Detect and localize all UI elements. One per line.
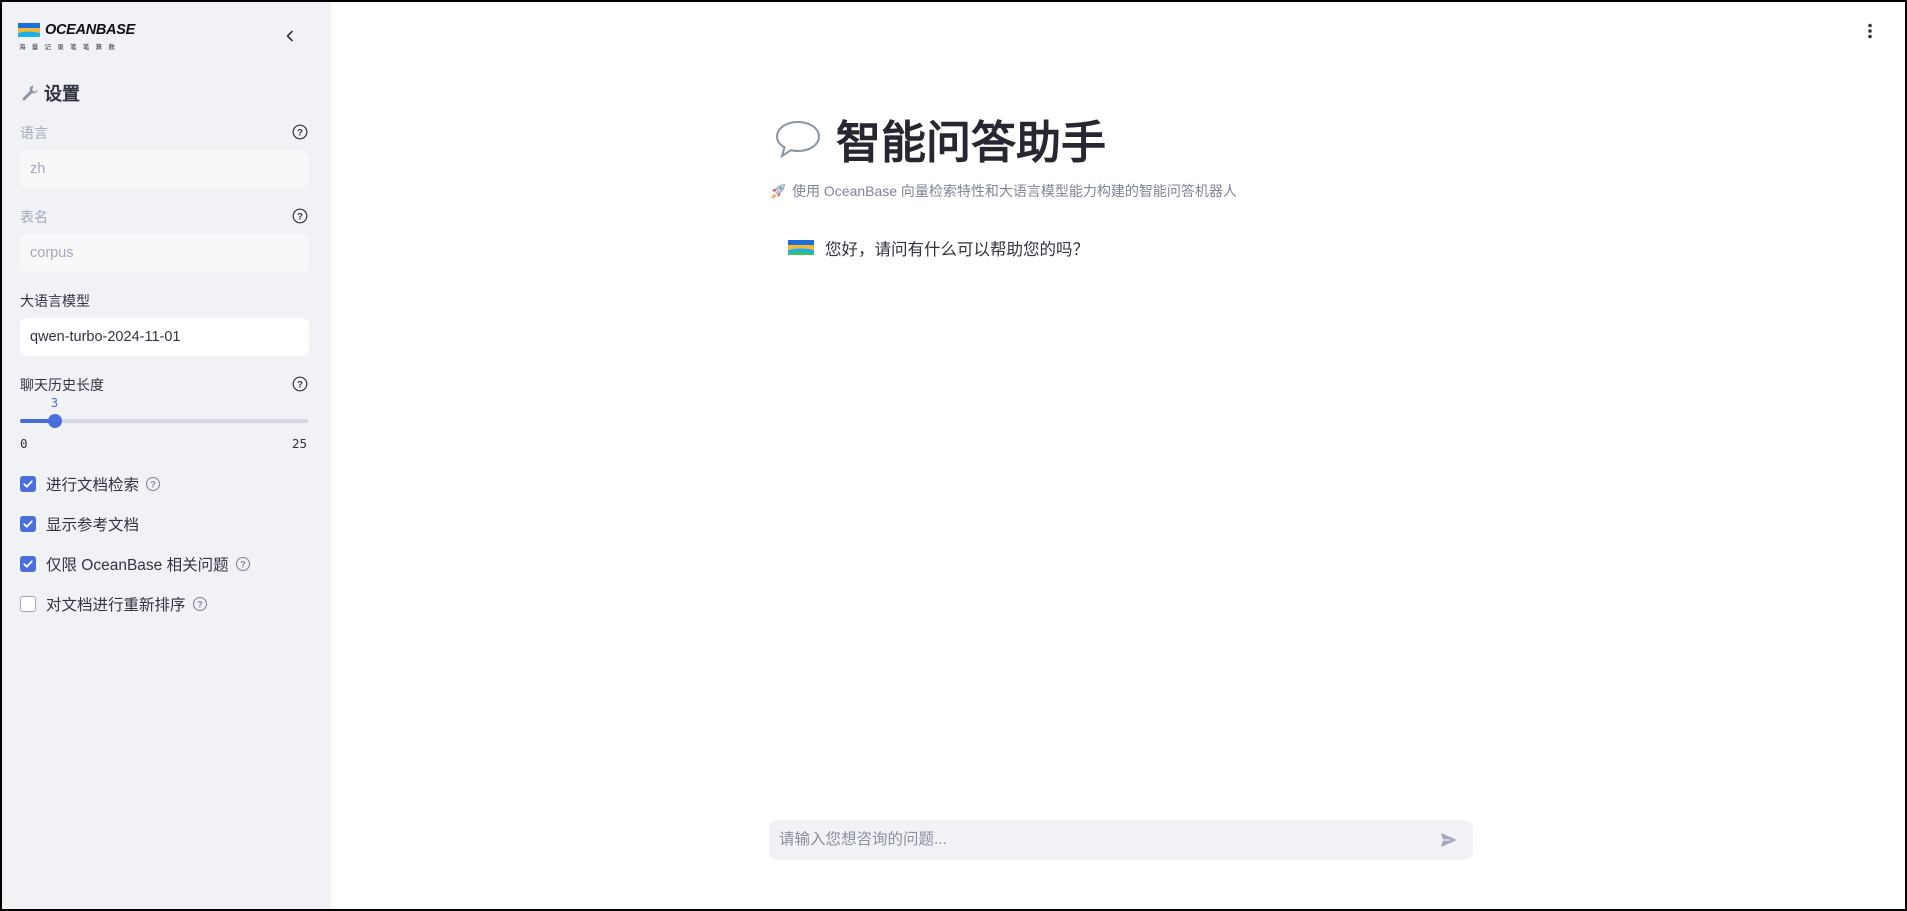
checkbox-label: 显示参考文档 <box>46 517 140 534</box>
checkbox-oceanbase-only[interactable]: 仅限 OceanBase 相关问题 ? <box>20 553 251 575</box>
main-menu-button[interactable] <box>1860 19 1880 43</box>
svg-text:?: ? <box>297 128 303 139</box>
help-icon[interactable]: ? <box>292 208 308 224</box>
logo-brand-text: OCEANBASE <box>45 22 135 38</box>
help-icon[interactable]: ? <box>235 556 251 572</box>
checkbox-document-retrieval[interactable]: 进行文档检索 ? <box>20 473 161 495</box>
chat-message-assistant: 您好，请问有什么可以帮助您的吗？ <box>787 236 1089 260</box>
sidebar: OCEANBASE 海 量 记 录 笔 笔 算 数 设置 语言 ? 表名 ? <box>2 2 331 909</box>
send-icon <box>1441 833 1457 847</box>
history-length-label: 聊天历史长度 <box>20 377 104 393</box>
checkbox-box[interactable] <box>20 516 36 532</box>
speech-bubble-icon <box>775 120 821 158</box>
settings-title-text: 设置 <box>44 84 80 104</box>
page-title-text: 智能问答助手 <box>836 117 1107 168</box>
app-window: OCEANBASE 海 量 记 录 笔 笔 算 数 设置 语言 ? 表名 ? <box>0 0 1907 911</box>
svg-text:?: ? <box>240 559 246 569</box>
svg-text:?: ? <box>297 380 303 391</box>
language-label: 语言 <box>20 125 48 141</box>
page-title: 智能问答助手 <box>774 106 1106 171</box>
help-icon[interactable]: ? <box>192 596 208 612</box>
checkbox-show-references[interactable]: 显示参考文档 <box>20 513 139 535</box>
checkbox-box[interactable] <box>20 476 36 492</box>
oceanbase-logo-mark <box>18 23 40 37</box>
help-icon[interactable]: ? <box>292 376 308 392</box>
checkbox-box[interactable] <box>20 596 36 612</box>
svg-text:?: ? <box>297 212 303 223</box>
collapse-sidebar-button[interactable] <box>276 22 304 50</box>
wrench-icon <box>22 85 38 101</box>
send-button[interactable] <box>1439 830 1459 850</box>
check-icon <box>23 480 33 488</box>
checkbox-rerank-documents[interactable]: 对文档进行重新排序 ? <box>20 593 208 615</box>
language-input[interactable] <box>20 150 309 188</box>
table-name-input[interactable] <box>20 234 309 272</box>
page-subtitle: 使用 OceanBase 向量检索特性和大语言模型能力构建的智能问答机器人 <box>770 181 1237 201</box>
history-length-slider[interactable] <box>20 414 308 428</box>
svg-text:?: ? <box>197 599 203 609</box>
table-name-label: 表名 <box>20 209 48 225</box>
checkbox-label: 进行文档检索 <box>46 477 140 494</box>
check-icon <box>23 520 33 528</box>
slider-thumb[interactable] <box>47 414 62 428</box>
slider-current-value: 3 <box>50 396 59 410</box>
checkbox-label: 对文档进行重新排序 <box>46 597 186 614</box>
chat-input-container <box>769 820 1473 860</box>
rocket-icon <box>770 184 785 199</box>
check-icon <box>23 560 33 568</box>
oceanbase-logo: OCEANBASE 海 量 记 录 笔 笔 算 数 <box>18 19 135 51</box>
help-icon[interactable]: ? <box>145 476 161 492</box>
page-subtitle-text: 使用 OceanBase 向量检索特性和大语言模型能力构建的智能问答机器人 <box>792 183 1237 199</box>
llm-model-input[interactable] <box>20 318 309 356</box>
chat-message-text: 您好，请问有什么可以帮助您的吗？ <box>825 241 1089 259</box>
kebab-menu-icon <box>1868 23 1872 39</box>
chat-input[interactable] <box>769 820 1409 860</box>
slider-min-label: 0 <box>20 436 28 451</box>
logo-tagline: 海 量 记 录 笔 笔 算 数 <box>19 43 117 51</box>
help-icon[interactable]: ? <box>292 124 308 140</box>
svg-text:?: ? <box>150 479 156 489</box>
chevron-left-icon <box>286 30 293 42</box>
checkbox-box[interactable] <box>20 556 36 572</box>
checkbox-label: 仅限 OceanBase 相关问题 <box>46 557 229 574</box>
assistant-avatar <box>788 240 814 255</box>
slider-max-label: 25 <box>292 436 308 451</box>
llm-model-label: 大语言模型 <box>20 293 90 309</box>
settings-heading: 设置 <box>20 80 80 106</box>
